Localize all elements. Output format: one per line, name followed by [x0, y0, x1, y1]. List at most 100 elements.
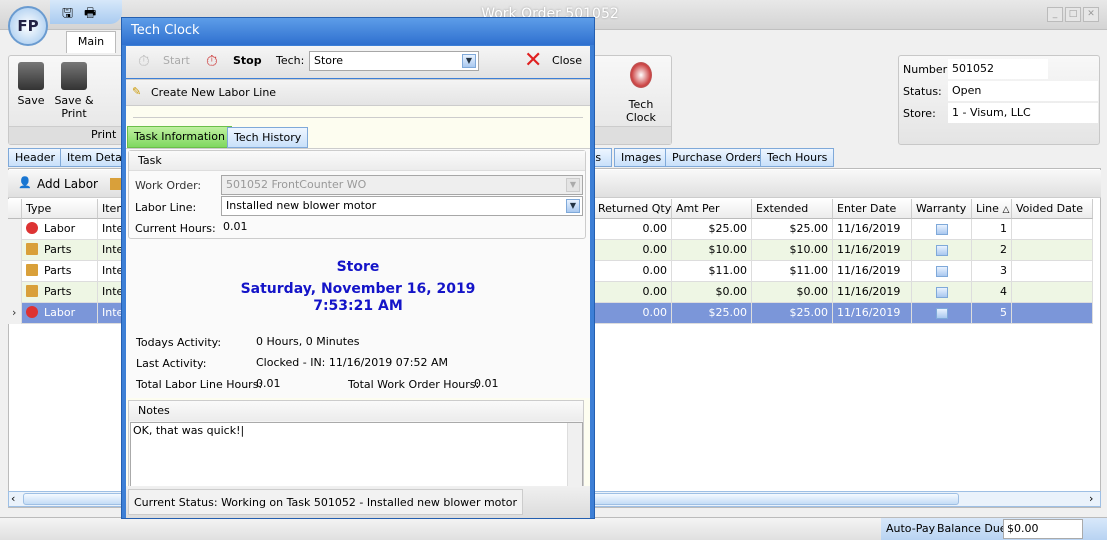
scroll-right-icon[interactable]: › — [1089, 492, 1093, 505]
dialog-title: Tech Clock — [122, 18, 594, 45]
add-labor-icon: 👤 — [18, 176, 32, 189]
checkbox-icon — [935, 224, 948, 235]
save-print-label: Save & Print — [54, 94, 94, 120]
cell-amt: $10.00 — [672, 240, 752, 261]
chevron-down-icon[interactable]: ▼ — [462, 54, 476, 68]
cell-date: 11/16/2019 — [833, 303, 912, 324]
current-hours-label: Current Hours: — [135, 222, 216, 235]
warranty-checkbox[interactable] — [912, 261, 972, 282]
cell-returned: 0.00 — [594, 219, 672, 240]
cell-ext: $25.00 — [752, 219, 833, 240]
maximize-button[interactable]: □ — [1065, 7, 1081, 22]
tab-purchase-orders[interactable]: Purchase Orders — [665, 148, 770, 167]
cell-ext: $10.00 — [752, 240, 833, 261]
store-value: 1 - Visum, LLC — [948, 103, 1098, 123]
col-voided-date[interactable]: Voided Date — [1012, 199, 1093, 219]
warranty-checkbox[interactable] — [912, 282, 972, 303]
notes-scrollbar[interactable] — [567, 423, 582, 494]
labor-line-value: Installed new blower motor — [226, 199, 377, 212]
cell-ext: $0.00 — [752, 282, 833, 303]
col-line[interactable]: Line △ — [972, 199, 1012, 219]
work-order-select: 501052 FrontCounter WO ▼ — [221, 175, 583, 195]
cell-type-text: Parts — [44, 285, 72, 298]
save-icon[interactable]: 🖫 — [62, 4, 73, 26]
col-returned-qty[interactable]: Returned Qty — [594, 199, 672, 219]
row-selector-header — [8, 199, 22, 219]
time-display: 7:53:21 AM — [313, 298, 403, 314]
total-work-order-hours-label: Total Work Order Hours: — [348, 378, 480, 391]
tab-header[interactable]: Header — [8, 148, 63, 167]
cell-returned: 0.00 — [594, 240, 672, 261]
warranty-checkbox[interactable] — [912, 219, 972, 240]
save-button[interactable]: Save — [13, 62, 49, 107]
cell-amt: $25.00 — [672, 303, 752, 324]
tab-task-information[interactable]: Task Information — [127, 126, 232, 148]
todays-activity-label: Todays Activity: — [136, 336, 222, 349]
notes-textarea[interactable]: OK, that was quick!| — [130, 422, 583, 495]
total-work-order-hours-value: 0.01 — [474, 377, 499, 390]
col-amt-per[interactable]: Amt Per — [672, 199, 752, 219]
checkbox-icon — [935, 308, 948, 319]
status-value: Open — [948, 81, 1098, 101]
close-window-button[interactable]: ✕ — [1083, 7, 1099, 22]
save-print-button[interactable]: Save & Print — [53, 62, 95, 120]
task-group: Task Work Order: 501052 FrontCounter WO ▼… — [128, 150, 586, 239]
cell-type: Parts — [22, 282, 98, 303]
tech-label: Tech: — [276, 54, 305, 67]
autopay-label[interactable]: Auto-Pay — [886, 522, 935, 535]
close-button[interactable]: Close — [552, 54, 582, 67]
scroll-left-icon[interactable]: ‹ — [11, 492, 15, 505]
quick-access-toolbar: 🖫 🖶 — [50, 0, 122, 24]
cell-voided-date — [1012, 219, 1093, 240]
app-logo[interactable]: FP — [8, 6, 48, 46]
warranty-checkbox[interactable] — [912, 240, 972, 261]
tech-clock-label: Tech Clock — [626, 98, 656, 124]
total-labor-line-hours-value: 0.01 — [256, 377, 281, 390]
tech-clock-button[interactable]: Tech Clock — [613, 62, 669, 124]
checkbox-icon — [935, 287, 948, 298]
row-selector — [8, 219, 22, 240]
cell-ext: $11.00 — [752, 261, 833, 282]
cell-line: 5 — [972, 303, 1012, 324]
col-extended[interactable]: Extended — [752, 199, 833, 219]
chevron-down-icon[interactable]: ▼ — [566, 199, 580, 213]
add-labor-button[interactable]: Add Labor — [37, 177, 98, 191]
cell-amt: $25.00 — [672, 219, 752, 240]
warranty-checkbox[interactable] — [912, 303, 972, 324]
row-selector — [8, 240, 22, 261]
minimize-button[interactable]: _ — [1047, 7, 1063, 22]
work-order-value: 501052 FrontCounter WO — [226, 178, 367, 191]
parts-icon — [26, 243, 38, 255]
current-status: Current Status: Working on Task 501052 -… — [128, 489, 523, 515]
total-labor-line-hours-label: Total Labor Line Hours: — [136, 378, 263, 391]
store-label: Store: — [903, 107, 936, 120]
tech-select[interactable]: Store ▼ — [309, 51, 479, 71]
row-selector — [8, 282, 22, 303]
cell-type-text: Labor — [44, 306, 76, 319]
cell-date: 11/16/2019 — [833, 261, 912, 282]
col-type[interactable]: Type — [22, 199, 98, 219]
date-display: Saturday, November 16, 2019 — [240, 281, 476, 297]
balance-due-value: $0.00 — [1003, 519, 1083, 539]
ribbon-tab-main[interactable]: Main — [66, 31, 116, 53]
current-hours-value: 0.01 — [223, 220, 248, 233]
cell-type: Labor — [22, 303, 98, 324]
todays-activity-value: 0 Hours, 0 Minutes — [256, 335, 360, 348]
start-button[interactable]: Start — [163, 54, 190, 67]
tab-images[interactable]: Images — [614, 148, 669, 167]
labor-line-select[interactable]: Installed new blower motor ▼ — [221, 196, 583, 216]
number-value: 501052 — [948, 59, 1048, 79]
stop-button[interactable]: Stop — [233, 54, 262, 67]
tab-tech-history[interactable]: Tech History — [227, 127, 309, 148]
cell-line: 2 — [972, 240, 1012, 261]
cell-type: Labor — [22, 219, 98, 240]
cell-type-text: Parts — [44, 243, 72, 256]
cell-returned: 0.00 — [594, 282, 672, 303]
tab-tech-hours[interactable]: Tech Hours — [760, 148, 835, 167]
create-labor-line-button[interactable]: Create New Labor Line — [151, 86, 276, 99]
notes-text: OK, that was quick! — [133, 424, 241, 437]
save-print-icon[interactable]: 🖶 — [84, 4, 96, 26]
col-warranty[interactable]: Warranty — [912, 199, 972, 219]
work-order-label: Work Order: — [135, 179, 202, 192]
col-enter-date[interactable]: Enter Date — [833, 199, 912, 219]
